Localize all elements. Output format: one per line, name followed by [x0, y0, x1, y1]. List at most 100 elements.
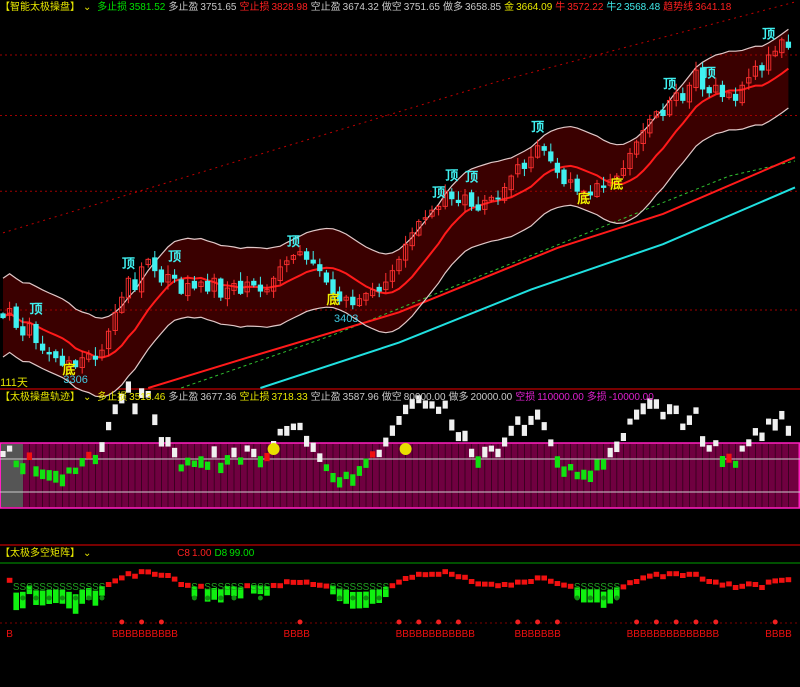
matrix-bar	[521, 579, 528, 585]
track-bar	[535, 409, 541, 420]
track-bar	[455, 432, 461, 442]
matrix-bar	[429, 571, 435, 577]
indicator-label: 做多	[442, 2, 463, 13]
indicator-value: 110000.00	[537, 392, 584, 403]
sell-signal: S	[237, 582, 244, 593]
top-marker: 顶	[465, 170, 478, 185]
sell-dot	[363, 595, 369, 601]
indicator-label: D8	[214, 548, 228, 559]
candle-body	[468, 192, 475, 207]
top-marker: 顶	[168, 249, 181, 264]
candle-body	[152, 257, 158, 272]
panel1-header: 【智能太极操盘】 ⌄ 多止损 3581.52 多止盈 3751.65 空止损 3828.98…	[0, 1, 800, 15]
indicator-label: 做空	[381, 392, 402, 403]
matrix-bar	[528, 579, 534, 584]
indicator-value: 3677.36	[200, 392, 237, 403]
panel1-title[interactable]: 【智能太极操盘】	[0, 2, 80, 13]
track-bar	[198, 456, 204, 468]
track-bar	[231, 447, 237, 458]
candle-body	[20, 326, 26, 336]
track-bar	[304, 435, 310, 447]
indicator-value: 3751.65	[403, 2, 440, 13]
indicator-value: 3513.46	[129, 392, 166, 403]
matrix-bar	[449, 571, 455, 577]
sell-signal: S	[613, 582, 620, 593]
matrix-bar	[290, 579, 297, 585]
track-bar	[759, 432, 765, 442]
track-bar	[112, 404, 118, 415]
track-bar	[673, 405, 679, 415]
track-bar	[185, 457, 191, 466]
track-bar	[766, 418, 772, 425]
candle-body	[251, 280, 257, 286]
indicator-label: 多止盈	[168, 2, 199, 13]
track-bar	[752, 428, 758, 436]
candle-body	[548, 151, 554, 162]
low-price-label: 3306	[63, 374, 87, 386]
buy-dot	[396, 619, 402, 625]
sell-signal: S	[264, 582, 271, 593]
panel3-title[interactable]: 【太极多空矩阵】	[0, 548, 80, 559]
track-bar	[7, 445, 13, 452]
track-bar	[257, 456, 263, 468]
buy-dot	[713, 619, 719, 625]
track-bar	[383, 437, 389, 447]
track-bar	[284, 425, 290, 436]
track-bar	[587, 470, 593, 483]
matrix-bar	[548, 578, 554, 584]
track-bar	[20, 463, 26, 475]
matrix-bar	[270, 582, 277, 588]
matrix-bar	[482, 581, 488, 587]
track-bar	[13, 460, 19, 468]
track-bar	[733, 460, 739, 468]
matrix-bar	[561, 582, 567, 588]
indicator-label: 空止损	[239, 2, 270, 13]
chevron-down-icon[interactable]: ⌄	[83, 548, 91, 559]
candle-body	[237, 280, 244, 294]
buy-signal: B	[785, 629, 792, 640]
matrix-bar	[515, 579, 521, 585]
candle-body	[303, 251, 310, 260]
matrix-bar	[699, 576, 706, 582]
track-bar	[158, 437, 164, 447]
buy-dot	[436, 619, 442, 625]
buy-dot	[772, 619, 778, 625]
buy-signal: B	[468, 629, 475, 640]
track-bar	[224, 455, 230, 465]
track-bar	[772, 419, 778, 431]
matrix-bar	[495, 583, 501, 589]
track-bar	[700, 436, 706, 447]
track-bar	[693, 407, 699, 414]
track-bar	[376, 449, 382, 458]
matrix-bar	[541, 575, 547, 581]
matrix-bar	[396, 579, 402, 585]
track-bar	[502, 437, 508, 447]
chevron-down-icon[interactable]: ⌄	[83, 2, 91, 13]
candle-body	[706, 87, 712, 94]
chevron-down-icon[interactable]: ⌄	[83, 392, 91, 403]
panel3-header: 【太极多空矩阵】 ⌄ C8 1.00 D8 99.00	[0, 547, 800, 561]
matrix-bar	[660, 574, 666, 580]
matrix-bar	[178, 582, 184, 587]
matrix-bar	[488, 581, 495, 587]
track-bar	[389, 425, 395, 436]
track-bar	[634, 409, 640, 420]
matrix-bar	[508, 582, 514, 588]
indicator-value: 3587.96	[342, 392, 379, 403]
matrix-bar	[442, 569, 448, 575]
matrix-bar	[158, 572, 165, 578]
chart-canvas[interactable]: 顶顶 顶顶顶顶 顶顶顶顶顶底底底底33063403111天BS S S S S S S S S S S S…	[0, 0, 800, 687]
sell-signal: S	[382, 582, 389, 593]
candle-body	[171, 274, 178, 279]
indicator-label: 趋势线	[663, 2, 694, 13]
panel2-title[interactable]: 【太极操盘轨迹】	[0, 392, 80, 403]
track-bar	[436, 406, 442, 414]
track-bar	[0, 451, 6, 457]
buy-dot	[297, 619, 303, 625]
buy-dot	[673, 619, 679, 625]
top-marker: 顶	[287, 234, 300, 249]
candle-body	[132, 279, 138, 291]
matrix-bar	[284, 579, 290, 585]
track-bar	[73, 467, 79, 475]
track-bar	[396, 415, 402, 425]
